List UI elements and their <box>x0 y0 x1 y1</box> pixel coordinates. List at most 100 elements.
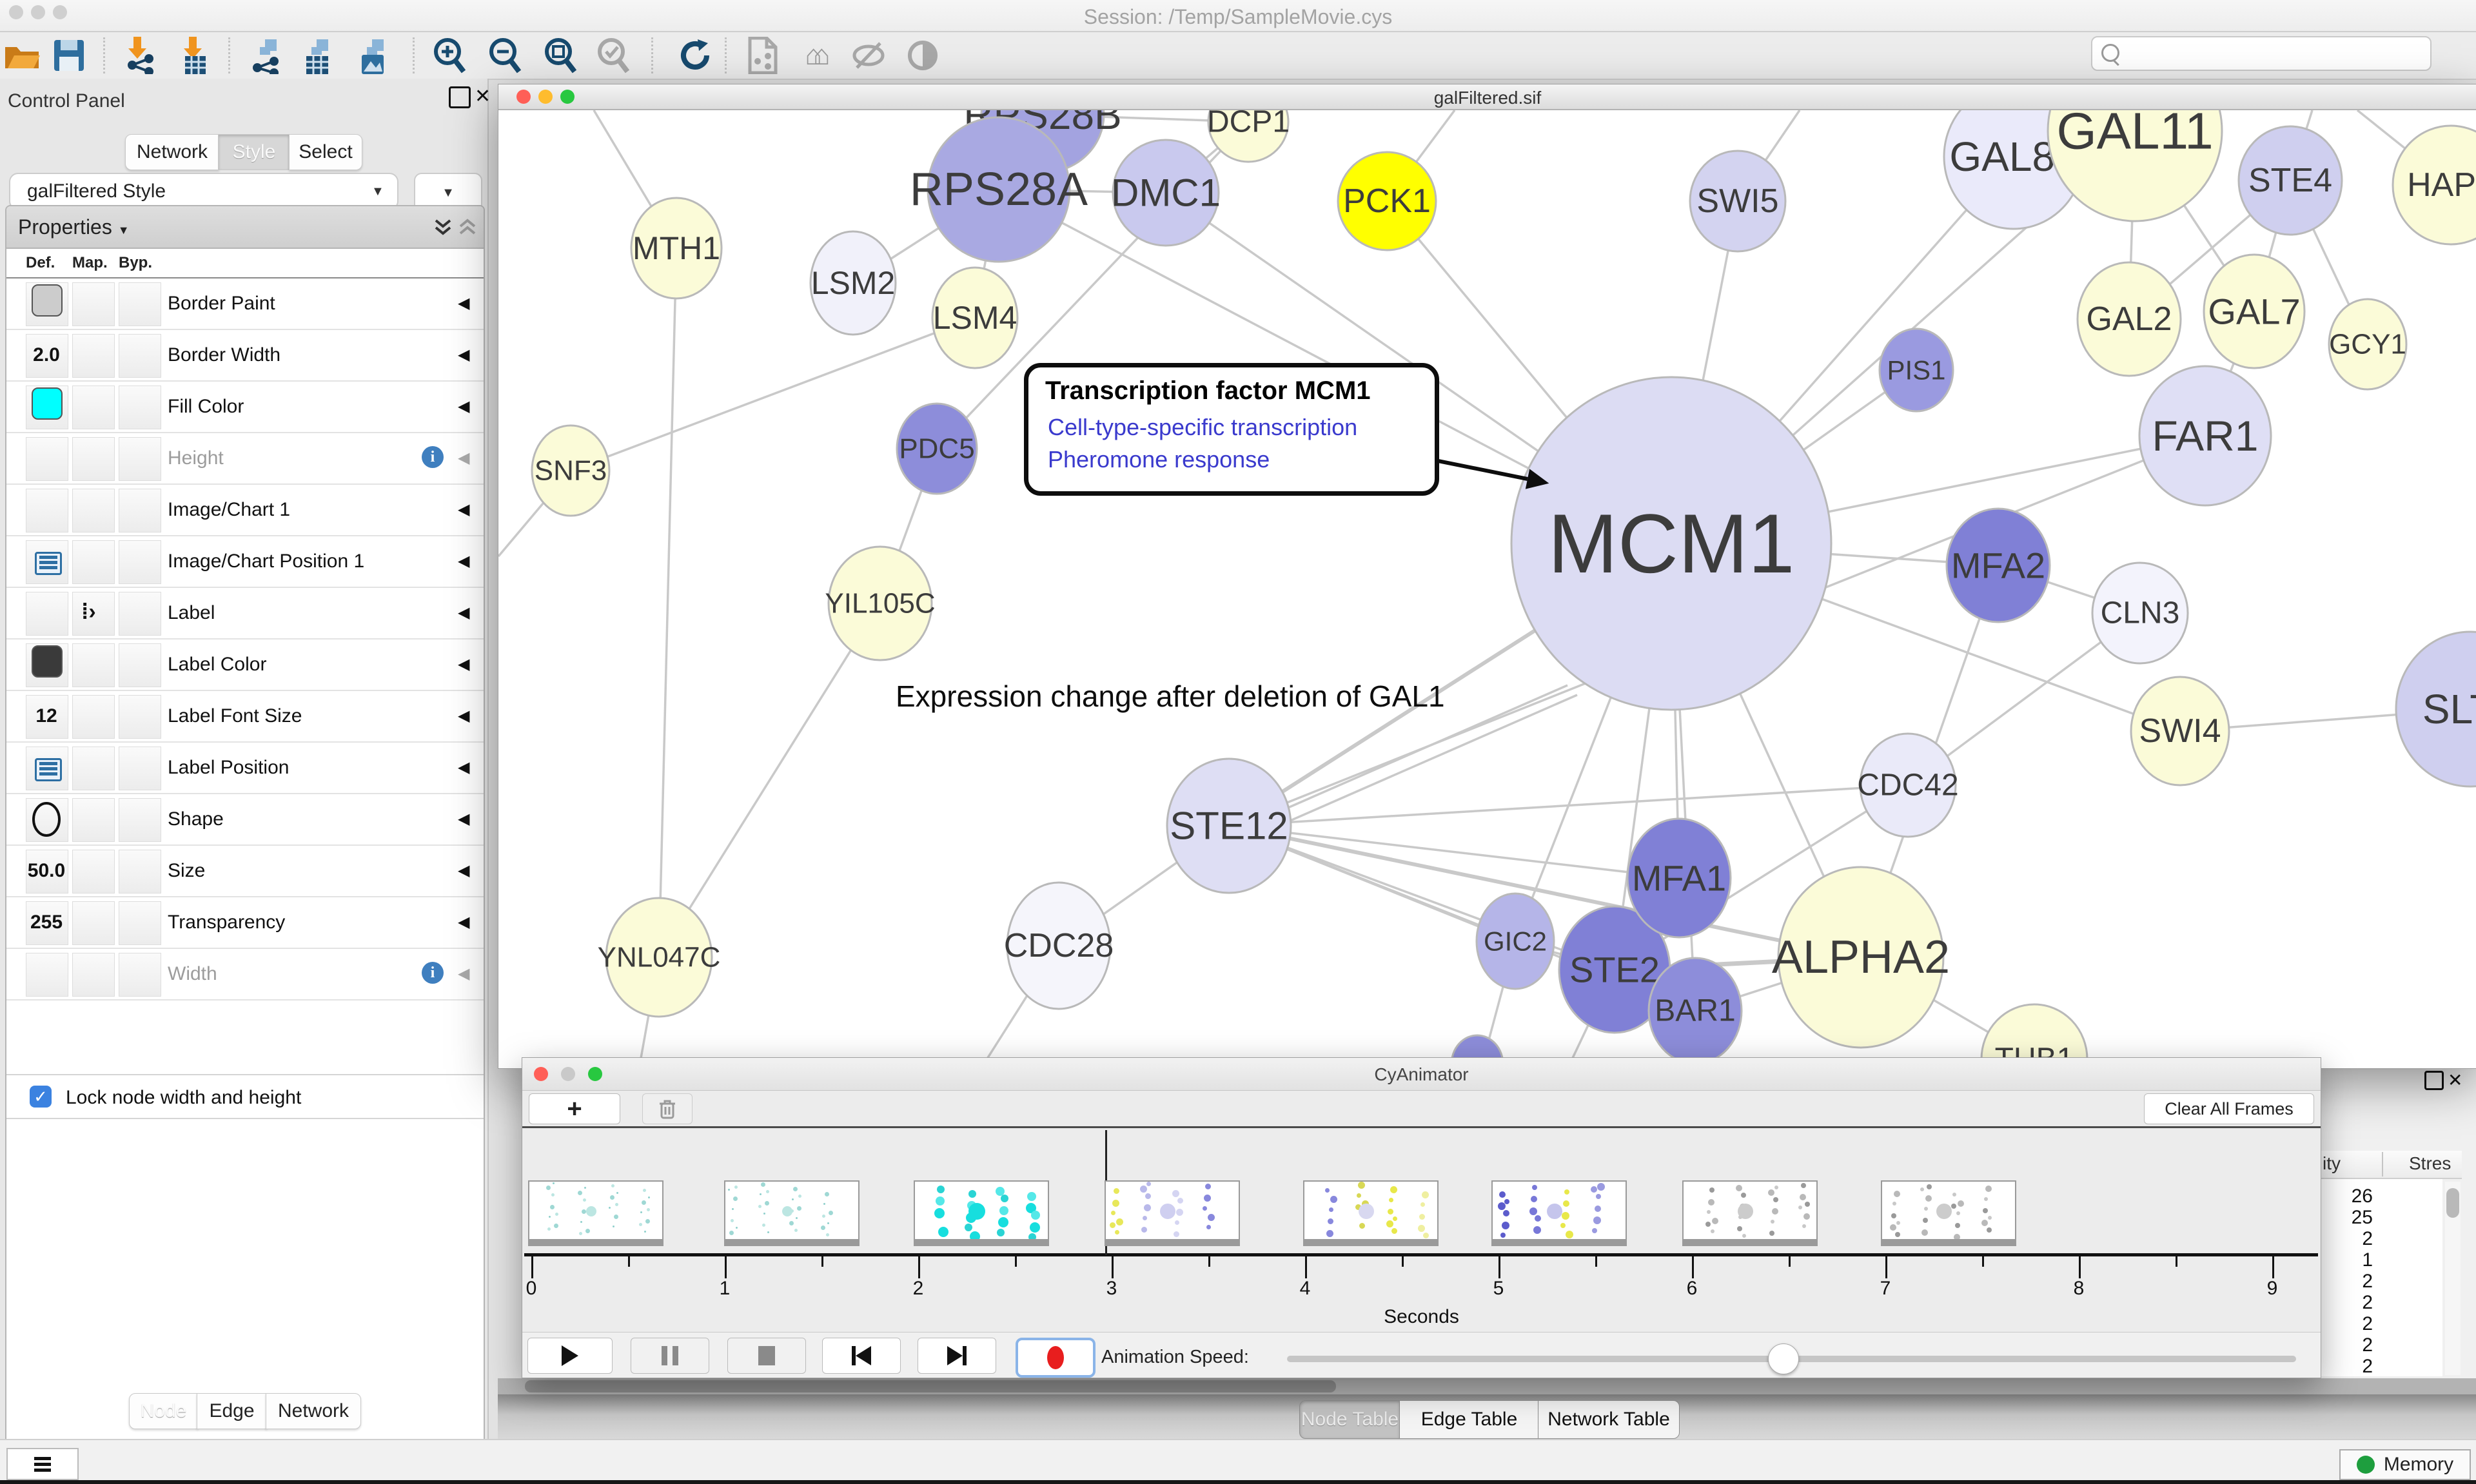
discrete-mapping-icon[interactable]: ⁞› <box>81 600 96 625</box>
float-panel-icon[interactable] <box>2424 1071 2444 1090</box>
network-node[interactable]: MCM1 <box>1511 377 1831 710</box>
panel-tab-node[interactable]: Node <box>129 1393 198 1429</box>
zoom-selected-button[interactable] <box>591 36 636 75</box>
network-node[interactable]: STE4 <box>2239 126 2342 235</box>
property-cell[interactable] <box>72 695 115 739</box>
tab-node-table[interactable]: Node Table <box>1299 1400 1400 1439</box>
table-cell-value[interactable]: 2 <box>2328 1356 2373 1378</box>
expand-row-icon[interactable]: ◀ <box>458 397 469 416</box>
network-canvas[interactable]: RPS28BDCP1RPS28ADMC1PCK1SWI5GAL80GAL11ST… <box>498 110 2476 1068</box>
property-cell[interactable] <box>72 953 115 997</box>
delete-frame-button[interactable] <box>642 1093 693 1124</box>
property-cell[interactable] <box>72 334 115 378</box>
expand-row-icon[interactable]: ◀ <box>458 500 469 519</box>
network-node[interactable]: LSM4 <box>932 268 1017 368</box>
save-session-button[interactable] <box>46 36 92 75</box>
info-icon[interactable]: i <box>422 962 444 984</box>
network-node[interactable]: MTH1 <box>631 198 722 298</box>
property-row[interactable]: Border Paint◀ <box>6 278 484 330</box>
network-node[interactable]: GAL2 <box>2078 262 2181 376</box>
expand-row-icon[interactable]: ◀ <box>458 346 469 364</box>
stop-button[interactable] <box>727 1338 806 1374</box>
network-node[interactable]: STE12 <box>1167 759 1291 893</box>
network-node[interactable]: YIL105C <box>825 547 935 660</box>
record-button[interactable] <box>1016 1338 1096 1378</box>
expand-row-icon[interactable]: ◀ <box>458 758 469 777</box>
network-edge[interactable] <box>659 248 676 957</box>
show-panel-button[interactable] <box>900 36 945 75</box>
annotation-box[interactable]: Transcription factor MCM1 Cell-type-spec… <box>1024 363 1439 496</box>
network-node[interactable]: PDC5 <box>897 404 977 494</box>
column-stres[interactable]: Stres <box>2409 1153 2451 1174</box>
close-panel-icon[interactable]: ✕ <box>475 85 491 108</box>
table-cell-value[interactable]: 25 <box>2328 1207 2373 1229</box>
network-node[interactable]: CDC42 <box>1857 734 1958 837</box>
swatch[interactable] <box>32 284 63 317</box>
property-cell[interactable] <box>119 643 161 687</box>
property-value[interactable]: 2.0 <box>26 344 67 366</box>
property-cell[interactable] <box>72 850 115 893</box>
property-cell[interactable] <box>72 901 115 945</box>
property-cell[interactable] <box>72 747 115 790</box>
property-value[interactable]: 255 <box>26 912 67 933</box>
table-cell-value[interactable]: 2 <box>2328 1292 2373 1314</box>
network-node[interactable]: GAL11 <box>2048 110 2222 221</box>
property-cell[interactable] <box>119 437 161 481</box>
expand-row-icon[interactable]: ◀ <box>458 964 469 983</box>
search-input[interactable] <box>2091 36 2432 71</box>
column-ity[interactable]: ity <box>2323 1153 2341 1174</box>
scroll-thumb[interactable] <box>525 1380 1336 1392</box>
property-row[interactable]: Fill Color◀ <box>6 382 484 433</box>
property-row[interactable]: 12Label Font Size◀ <box>6 691 484 743</box>
export-network-button[interactable] <box>244 36 289 75</box>
table-cell-value[interactable]: 26 <box>2328 1186 2373 1207</box>
property-cell[interactable] <box>72 489 115 532</box>
property-cell[interactable] <box>119 798 161 842</box>
zoom-out-button[interactable] <box>482 36 527 75</box>
annotation-link[interactable]: Pheromone response <box>1048 446 1270 473</box>
network-node[interactable]: SWI4 <box>2131 677 2229 785</box>
property-cell[interactable] <box>119 901 161 945</box>
network-edge[interactable] <box>659 603 880 957</box>
refresh-button[interactable] <box>673 36 718 75</box>
property-cell[interactable] <box>119 386 161 429</box>
property-cell[interactable] <box>119 282 161 326</box>
skip-end-button[interactable] <box>918 1338 996 1374</box>
lock-size-checkbox[interactable]: ✓ <box>30 1086 52 1108</box>
property-row[interactable]: Label Color◀ <box>6 639 484 691</box>
property-cell[interactable] <box>26 953 68 997</box>
play-button[interactable] <box>527 1338 613 1374</box>
table-cell-value[interactable]: 2 <box>2328 1313 2373 1335</box>
property-cell[interactable] <box>119 592 161 636</box>
zoom-fit-button[interactable] <box>538 36 583 75</box>
network-node[interactable]: PIS1 <box>1880 329 1953 411</box>
property-cell[interactable] <box>26 489 68 532</box>
property-cell[interactable] <box>72 798 115 842</box>
network-node[interactable]: SNF3 <box>532 425 609 516</box>
property-cell[interactable] <box>72 386 115 429</box>
table-cell-value[interactable]: 2 <box>2328 1334 2373 1356</box>
swatch[interactable] <box>32 387 63 420</box>
property-row[interactable]: 50.0Size◀ <box>6 846 484 897</box>
network-node[interactable]: LSM2 <box>811 231 896 335</box>
tab-network[interactable]: Network <box>125 134 219 170</box>
property-row[interactable]: 255Transparency◀ <box>6 897 484 949</box>
add-frame-button[interactable]: + <box>529 1093 620 1124</box>
annotation-note[interactable]: Expression change after deletion of GAL1 <box>896 679 1445 714</box>
network-node[interactable]: CLN3 <box>2092 563 2188 663</box>
property-row[interactable]: Image/Chart 1◀ <box>6 485 484 536</box>
expand-row-icon[interactable]: ◀ <box>458 294 469 313</box>
network-window-titlebar[interactable]: galFiltered.sif <box>498 84 2476 110</box>
open-session-button[interactable] <box>0 36 45 75</box>
expand-row-icon[interactable]: ◀ <box>458 655 469 674</box>
expand-row-icon[interactable]: ◀ <box>458 707 469 725</box>
property-row[interactable]: ⁞›Label◀ <box>6 588 484 639</box>
property-cell[interactable] <box>72 643 115 687</box>
table-hscrollbar[interactable] <box>498 1378 2476 1394</box>
expand-row-icon[interactable]: ◀ <box>458 861 469 880</box>
network-node[interactable]: DMC1 <box>1111 140 1221 246</box>
table-cell-value[interactable]: 1 <box>2328 1249 2373 1271</box>
network-node[interactable]: YNL047C <box>598 898 721 1017</box>
annotation-link[interactable]: Cell-type-specific transcription <box>1048 414 1357 441</box>
property-row[interactable]: Image/Chart Position 1◀ <box>6 536 484 588</box>
